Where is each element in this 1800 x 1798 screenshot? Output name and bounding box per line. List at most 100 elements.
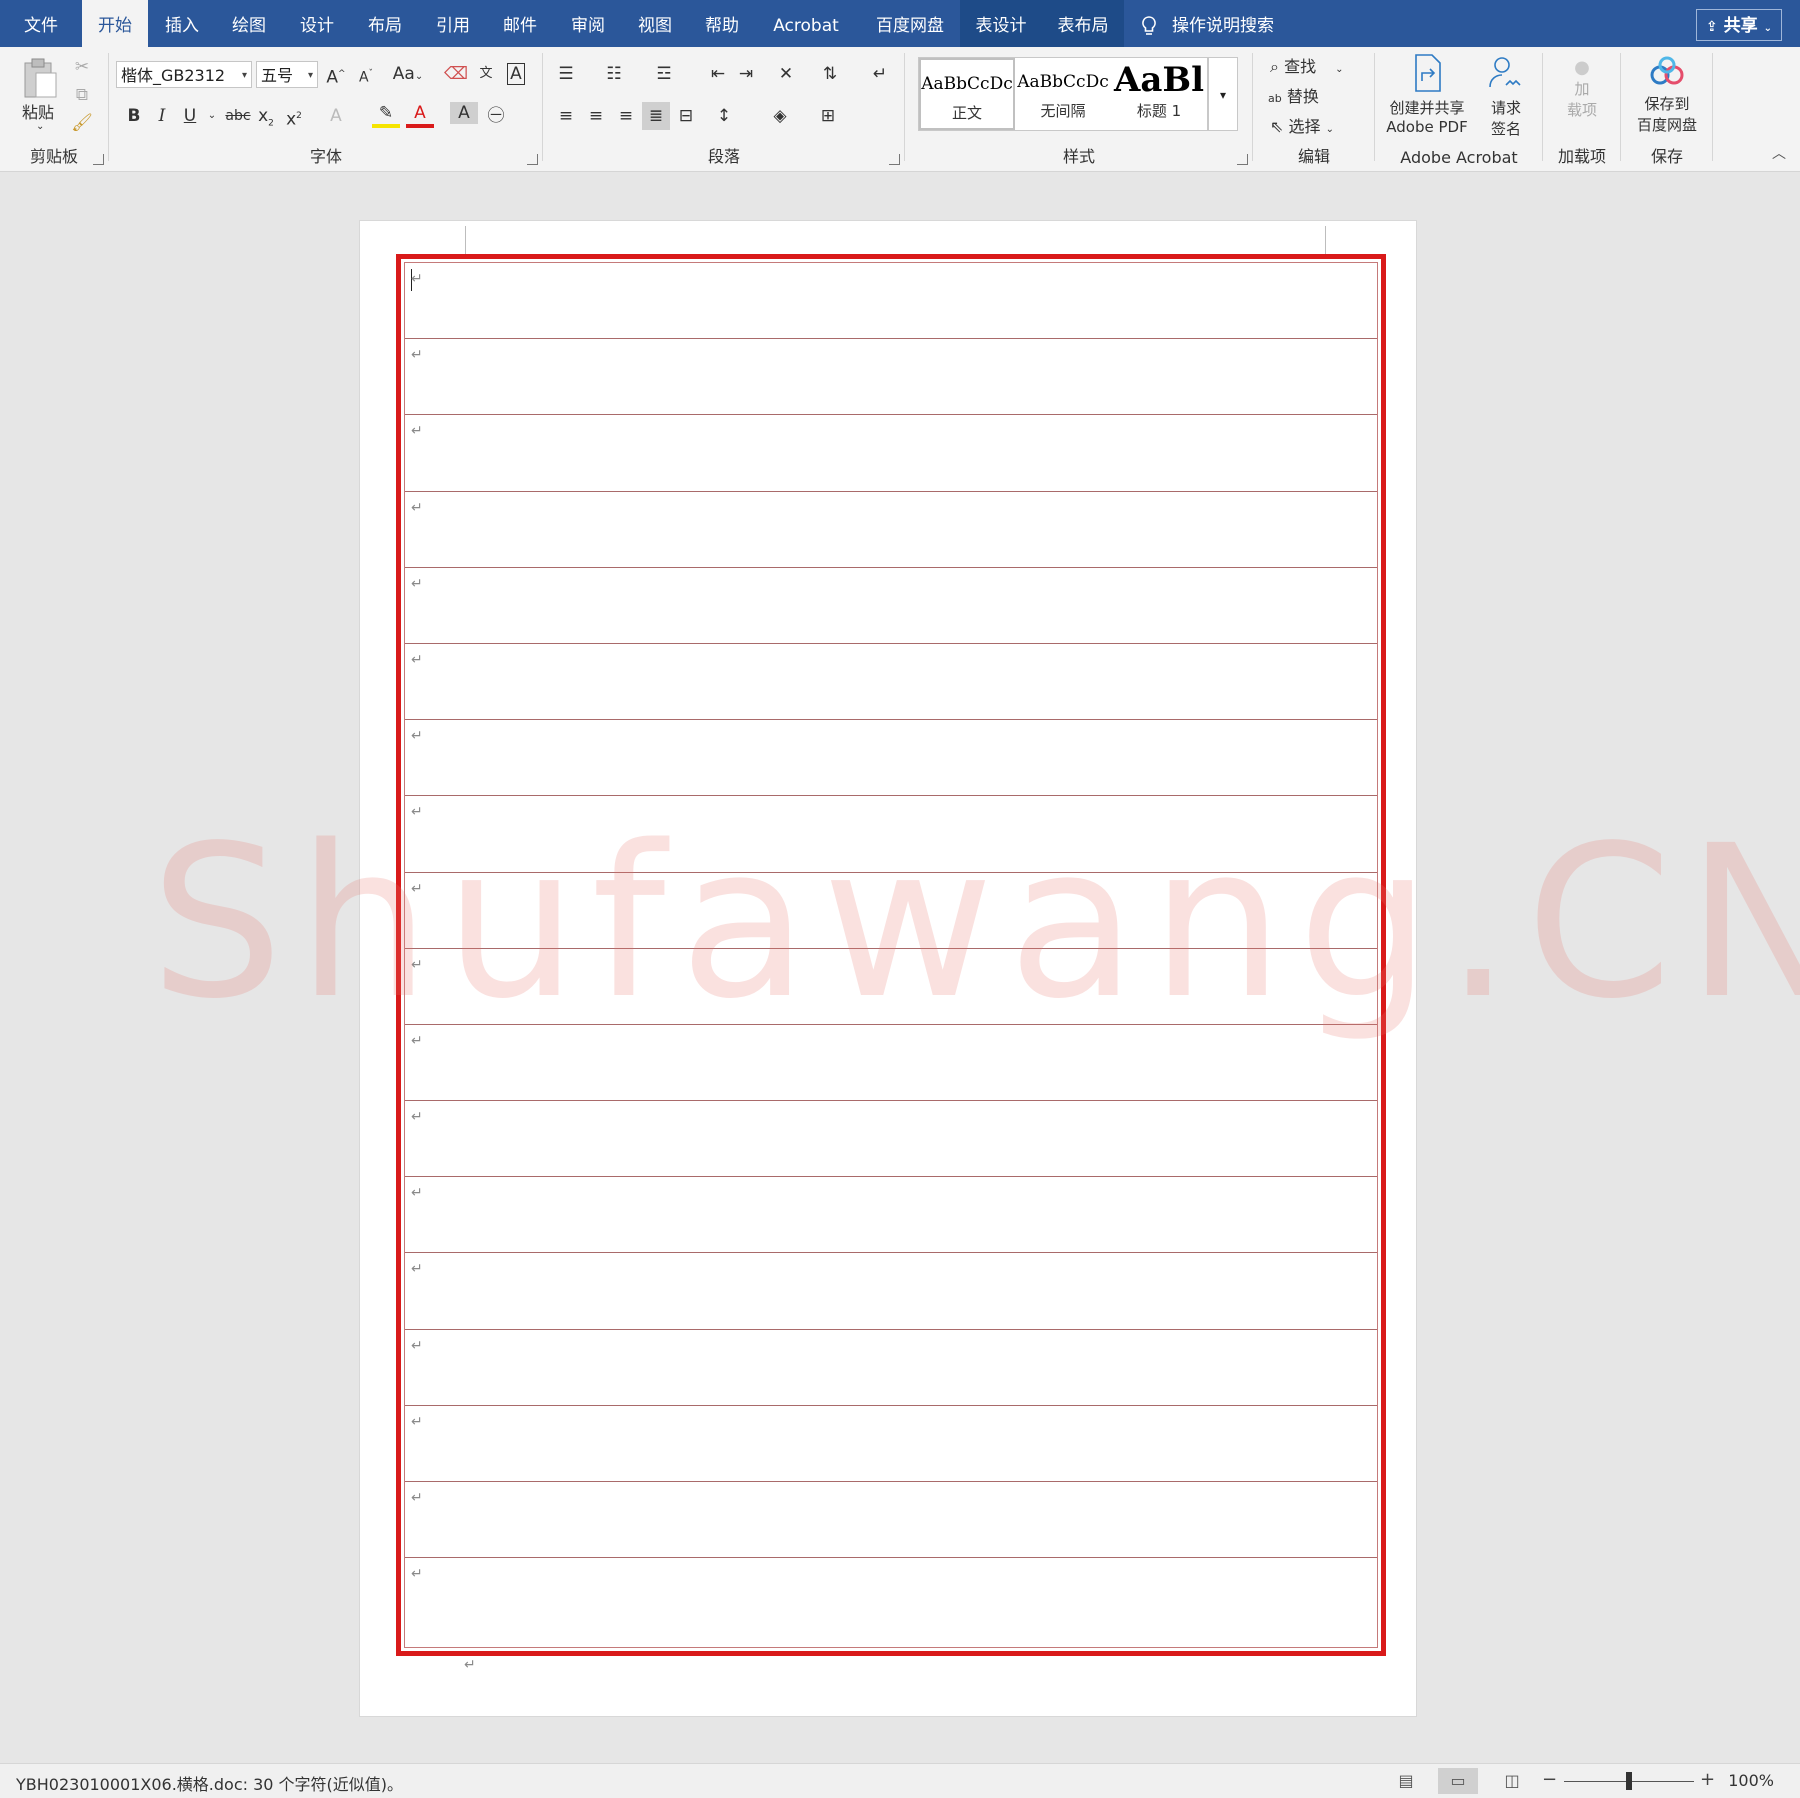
decrease-indent-icon[interactable]: ⇤ [704, 60, 732, 88]
tab-home[interactable]: 开始 [82, 0, 148, 47]
tab-help[interactable]: 帮助 [694, 0, 750, 47]
tab-acrobat[interactable]: Acrobat [764, 0, 848, 47]
document-page[interactable]: ↵ ↵ ↵ ↵ ↵ ↵ ↵ ↵ ↵ ↵ ↵ ↵ ↵ ↵ ↵ ↵ ↵ ↵ ↵ [359, 220, 1417, 1717]
table-row[interactable]: ↵ [405, 1482, 1377, 1559]
align-left-icon[interactable]: ≡ [552, 102, 580, 130]
style-no-spacing[interactable]: AaBbCcDc 无间隔 [1015, 58, 1111, 130]
tab-baidu-netdisk[interactable]: 百度网盘 [864, 0, 956, 47]
table-row[interactable]: ↵ [405, 339, 1377, 416]
superscript-icon[interactable]: x2 [280, 102, 308, 130]
format-painter-icon[interactable]: 🖌 [68, 109, 96, 137]
lined-table[interactable]: ↵ ↵ ↵ ↵ ↵ ↵ ↵ ↵ ↵ ↵ ↵ ↵ ↵ ↵ ↵ ↵ ↵ ↵ [396, 254, 1386, 1656]
collapse-ribbon-icon[interactable]: ︿ [1772, 143, 1786, 163]
tab-review[interactable]: 审阅 [560, 0, 616, 47]
tab-design[interactable]: 设计 [289, 0, 345, 47]
subscript-icon[interactable]: x2 [252, 102, 280, 130]
distributed-icon[interactable]: ⊟ [672, 102, 700, 130]
tab-insert[interactable]: 插入 [154, 0, 210, 47]
styles-more-button[interactable]: ▾ [1208, 57, 1238, 131]
word-count-status[interactable]: YBH023010001X06.横格.doc: 30 个字符(近似值)。 [16, 1771, 403, 1795]
request-signature-button[interactable]: 请求 签名 [1478, 53, 1534, 143]
show-marks-icon[interactable]: ↵ [866, 60, 894, 88]
bold-icon[interactable]: B [120, 102, 148, 130]
table-row[interactable]: ↵ [405, 873, 1377, 949]
line-spacing-icon[interactable]: ↕ [710, 102, 738, 130]
tell-me-search[interactable]: 操作说明搜索 [1140, 0, 1274, 47]
grow-font-icon[interactable]: A^ [322, 60, 350, 88]
table-row[interactable]: ↵ [405, 263, 1377, 340]
multilevel-list-icon[interactable]: ☲ [650, 60, 678, 88]
tab-draw[interactable]: 绘图 [221, 0, 277, 47]
style-heading-1[interactable]: AaBl 标题 1 [1111, 58, 1207, 130]
table-row[interactable]: ↵ [405, 1406, 1377, 1482]
tab-table-design[interactable]: 表设计 [960, 0, 1042, 47]
table-row[interactable]: ↵ [405, 1177, 1377, 1254]
chevron-down-icon[interactable]: ⌄ [36, 121, 44, 132]
change-case-button[interactable]: Aa⌄ [388, 60, 428, 88]
table-row[interactable]: ↵ [405, 796, 1377, 873]
tab-layout[interactable]: 布局 [357, 0, 413, 47]
zoom-slider-thumb[interactable] [1626, 1772, 1632, 1790]
styles-launcher-icon[interactable] [1237, 154, 1248, 165]
save-to-baidu-button[interactable]: 保存到 百度网盘 [1624, 55, 1710, 135]
table-row[interactable]: ↵ [405, 949, 1377, 1025]
borders-icon[interactable]: ⊞ [814, 102, 842, 130]
align-right-icon[interactable]: ≡ [612, 102, 640, 130]
table-row[interactable]: ↵ [405, 1025, 1377, 1102]
chinese-layout-icon[interactable]: ✕ [772, 60, 800, 88]
shrink-font-icon[interactable]: Aˇ [352, 60, 380, 88]
tab-references[interactable]: 引用 [425, 0, 481, 47]
table-row[interactable]: ↵ [405, 720, 1377, 797]
table-row[interactable]: ↵ [405, 644, 1377, 721]
highlight-icon[interactable]: ✎ [372, 102, 400, 128]
font-launcher-icon[interactable] [527, 154, 538, 165]
clipboard-launcher-icon[interactable] [93, 154, 104, 165]
table-row[interactable]: ↵ [405, 1558, 1377, 1634]
zoom-in-icon[interactable]: + [1700, 1769, 1715, 1790]
table-row[interactable]: ↵ [405, 568, 1377, 644]
print-layout-icon[interactable]: ▭ [1438, 1768, 1478, 1794]
table-row[interactable]: ↵ [405, 492, 1377, 568]
font-color-icon[interactable]: A [406, 102, 434, 128]
sort-icon[interactable]: ⇅ [816, 60, 844, 88]
paste-icon[interactable] [22, 57, 60, 101]
web-layout-icon[interactable]: ◫ [1492, 1768, 1532, 1794]
tab-view[interactable]: 视图 [627, 0, 683, 47]
character-shading-icon[interactable]: A [450, 102, 478, 124]
clear-formatting-icon[interactable]: ⌫ [442, 60, 470, 88]
table-row[interactable]: ↵ [405, 1330, 1377, 1406]
table-row[interactable]: ↵ [405, 1253, 1377, 1330]
phonetic-guide-icon[interactable]: 文 [472, 60, 500, 88]
numbering-icon[interactable]: ☷ [600, 60, 628, 88]
font-size-combo[interactable]: 五号 ▾ [256, 61, 318, 88]
shading-icon[interactable]: ◈ [766, 102, 794, 130]
chevron-down-icon[interactable]: ⌄ [198, 102, 226, 130]
italic-icon[interactable]: I [148, 102, 176, 130]
text-effects-icon[interactable]: A [322, 102, 350, 130]
justify-icon[interactable]: ≣ [642, 102, 670, 130]
strikethrough-icon[interactable]: abc [224, 102, 252, 130]
enclose-characters-icon[interactable]: ㊀ [482, 102, 510, 130]
addins-button[interactable]: ● 加 载项 [1552, 57, 1612, 120]
bullets-icon[interactable]: ☰ [552, 60, 580, 88]
tab-mailings[interactable]: 邮件 [492, 0, 548, 47]
replace-button[interactable]: ab 替换 [1268, 83, 1319, 107]
copy-icon[interactable]: ⧉ [68, 81, 96, 109]
zoom-out-icon[interactable]: − [1542, 1769, 1557, 1790]
cut-icon[interactable]: ✂ [68, 53, 96, 81]
share-button[interactable]: ⇪ 共享 ⌄ [1696, 9, 1782, 41]
read-mode-icon[interactable]: ▤ [1386, 1768, 1426, 1794]
tab-file[interactable]: 文件 [12, 0, 70, 47]
table-row[interactable]: ↵ [405, 1101, 1377, 1178]
increase-indent-icon[interactable]: ⇥ [732, 60, 760, 88]
character-border-icon[interactable]: A [502, 60, 530, 88]
tab-table-layout[interactable]: 表布局 [1042, 0, 1124, 47]
font-name-combo[interactable]: 楷体_GB2312 ▾ [116, 61, 252, 88]
create-share-pdf-button[interactable]: 创建并共享 Adobe PDF [1380, 53, 1474, 143]
align-center-icon[interactable]: ≡ [582, 102, 610, 130]
find-button[interactable]: ⌕ 查找 ⌄ [1270, 53, 1344, 77]
paragraph-launcher-icon[interactable] [889, 154, 900, 165]
style-normal[interactable]: AaBbCcDc 正文 [919, 58, 1015, 130]
select-button[interactable]: ⇖ 选择 ⌄ [1270, 113, 1334, 137]
table-row[interactable]: ↵ [405, 415, 1377, 492]
